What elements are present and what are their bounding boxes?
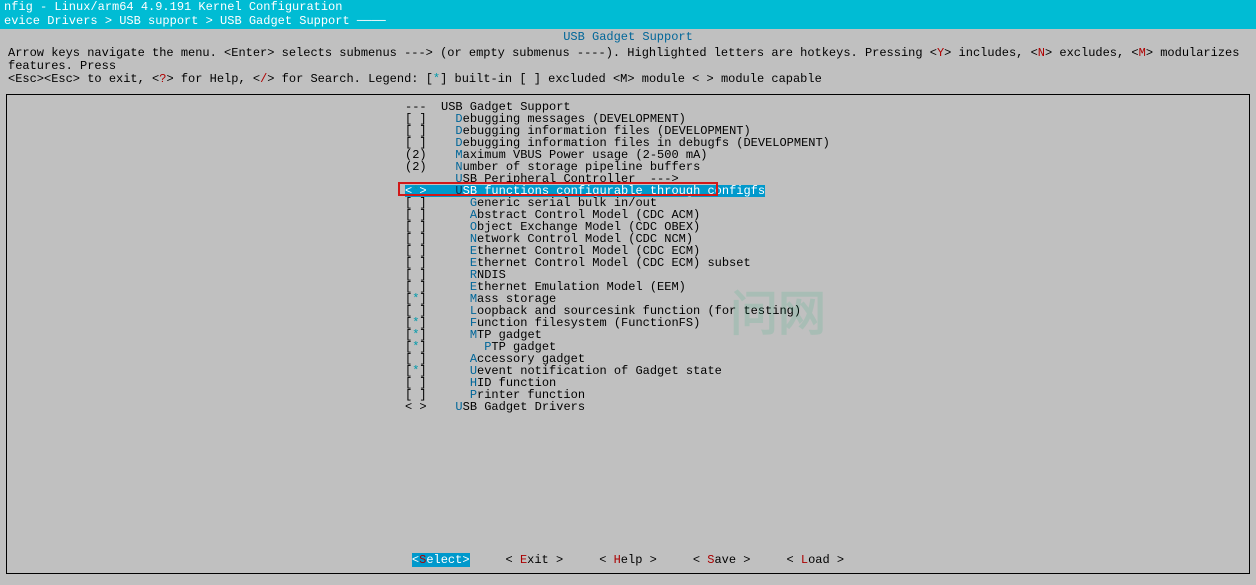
- help-rest: elp >: [621, 553, 657, 567]
- save-open: <: [693, 553, 707, 567]
- load-rest: oad >: [808, 553, 844, 567]
- help-line2-a: <Esc><Esc> to exit, <: [8, 72, 159, 86]
- spacer: [563, 553, 592, 567]
- menu-list[interactable]: --- USB Gadget Support[ ] Debugging mess…: [405, 101, 1249, 413]
- load-hk: L: [801, 553, 808, 567]
- main-area: USB Gadget Support Arrow keys navigate t…: [0, 29, 1256, 585]
- help-line2-b: > for Help, <: [166, 72, 260, 86]
- help-line1-b: > includes, <: [944, 46, 1038, 60]
- help-line1-c: > excludes, <: [1045, 46, 1139, 60]
- menu-item[interactable]: < > USB Gadget Drivers: [405, 401, 1249, 413]
- load-open: <: [786, 553, 800, 567]
- bottom-buttons: <Select> < Exit > < Help > < Save > < Lo…: [7, 554, 1249, 567]
- help-line2-c: > for Search. Legend: [: [267, 72, 433, 86]
- help-hk: H: [614, 553, 621, 567]
- help-text: Arrow keys navigate the menu. <Enter> se…: [0, 45, 1256, 89]
- load-button[interactable]: < Load >: [786, 553, 844, 567]
- spacer: [470, 553, 499, 567]
- select-rest: elect>: [426, 553, 469, 567]
- save-rest: ave >: [714, 553, 750, 567]
- help-open: <: [599, 553, 613, 567]
- help-hotkey-n: N: [1038, 46, 1045, 60]
- exit-open: <: [506, 553, 520, 567]
- section-title: USB Gadget Support: [0, 29, 1256, 44]
- menu-item[interactable]: [ ] Ethernet Control Model (CDC ECM) sub…: [405, 257, 1249, 269]
- spacer: [750, 553, 779, 567]
- help-line2-d: ] built-in [ ] excluded <M> module < > m…: [440, 72, 822, 86]
- menu-box: --- USB Gadget Support[ ] Debugging mess…: [6, 94, 1250, 574]
- title-bar: nfig - Linux/arm64 4.9.191 Kernel Config…: [0, 0, 1256, 15]
- exit-button[interactable]: < Exit >: [506, 553, 564, 567]
- breadcrumb: evice Drivers > USB support > USB Gadget…: [0, 15, 1256, 29]
- help-hotkey-m: M: [1139, 46, 1146, 60]
- exit-rest: xit >: [527, 553, 563, 567]
- spacer: [657, 553, 686, 567]
- save-button[interactable]: < Save >: [693, 553, 751, 567]
- help-line1-a: Arrow keys navigate the menu. <Enter> se…: [8, 46, 937, 60]
- select-button[interactable]: <Select>: [412, 553, 470, 567]
- help-button[interactable]: < Help >: [599, 553, 657, 567]
